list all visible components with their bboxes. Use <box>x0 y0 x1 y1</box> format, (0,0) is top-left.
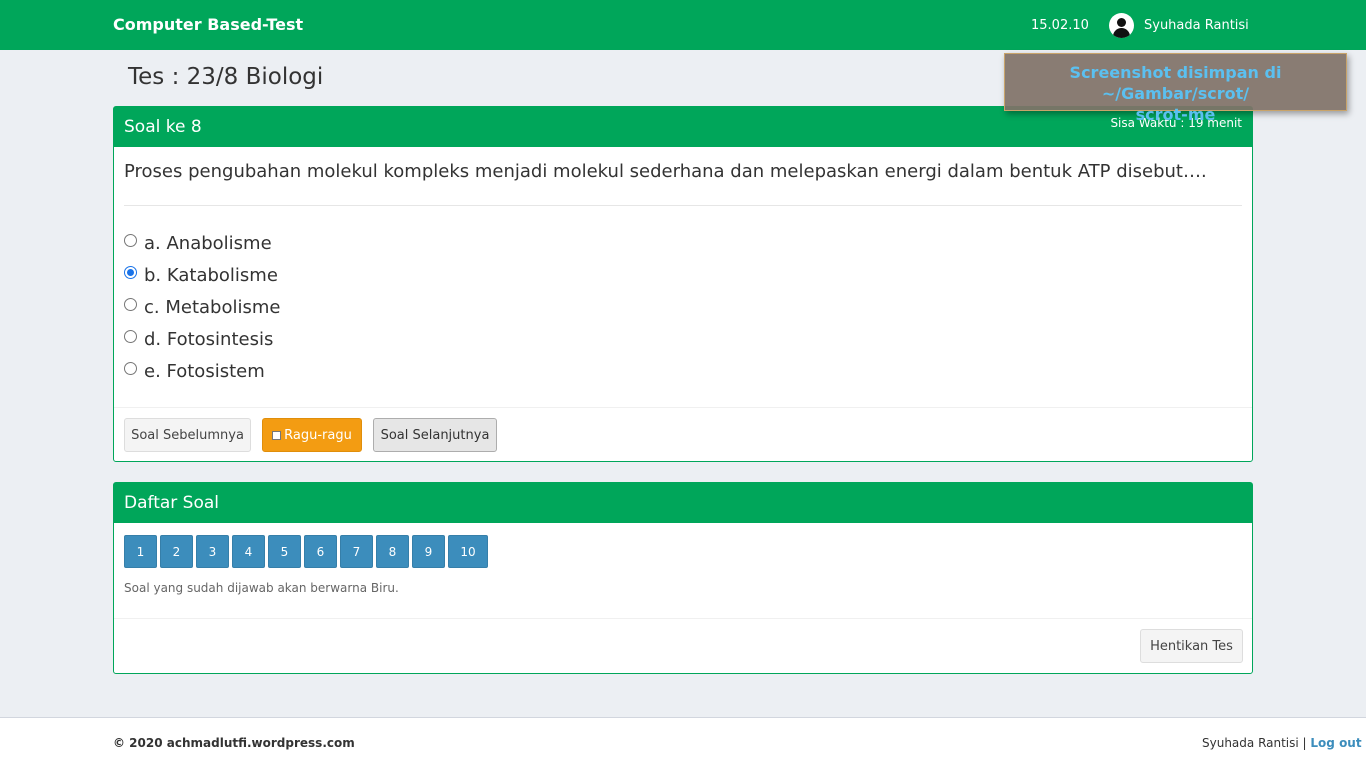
question-list-panel: Daftar Soal 1 2 3 4 5 6 7 8 9 10 Soal ya… <box>113 482 1253 674</box>
radio-option-d[interactable] <box>124 329 137 343</box>
footer-user-area: Syuhada Rantisi | Log out <box>1202 736 1362 750</box>
clock-display: 15.02.10 <box>1031 18 1089 33</box>
user-name[interactable]: Syuhada Rantisi <box>1144 18 1249 33</box>
radio-option-c[interactable] <box>124 297 137 311</box>
question-number-list: 1 2 3 4 5 6 7 8 9 10 <box>124 535 491 568</box>
question-number-button[interactable]: 1 <box>124 535 157 568</box>
question-panel: Soal ke 8 Sisa Waktu : 19 menit Proses p… <box>113 106 1253 462</box>
radio-option-b[interactable] <box>124 265 137 279</box>
user-avatar-icon[interactable] <box>1109 13 1134 38</box>
logout-link[interactable]: Log out <box>1310 736 1361 750</box>
question-number-button[interactable]: 9 <box>412 535 445 568</box>
answered-hint: Soal yang sudah dijawab akan berwarna Bi… <box>124 581 399 595</box>
divider <box>124 205 1242 206</box>
top-navbar: Computer Based-Test 15.02.10 Syuhada Ran… <box>0 0 1366 50</box>
option-b[interactable]: b. Katabolisme <box>124 259 280 291</box>
doubt-label[interactable]: Ragu-ragu <box>284 428 352 443</box>
option-e-label[interactable]: e. Fotosistem <box>144 361 265 382</box>
question-number-button[interactable]: 2 <box>160 535 193 568</box>
question-number-button[interactable]: 8 <box>376 535 409 568</box>
screenshot-notification: Screenshot disimpan di ~/Gambar/scrot/ s… <box>1004 53 1347 124</box>
doubt-checkbox[interactable] <box>272 430 282 440</box>
question-number-button[interactable]: 10 <box>448 535 488 568</box>
radio-option-a[interactable] <box>124 233 137 247</box>
option-e[interactable]: e. Fotosistem <box>124 355 280 387</box>
question-number-button[interactable]: 7 <box>340 535 373 568</box>
option-d-label[interactable]: d. Fotosintesis <box>144 329 273 350</box>
panel-footer-divider <box>114 618 1252 619</box>
answer-options: a. Anabolisme b. Katabolisme c. Metaboli… <box>124 227 280 387</box>
footer-separator: | <box>1298 736 1311 750</box>
stop-test-button[interactable]: Hentikan Tes <box>1140 629 1243 663</box>
question-number-button[interactable]: 4 <box>232 535 265 568</box>
page-footer: © 2020 achmadlutfi.wordpress.com Syuhada… <box>0 717 1366 768</box>
question-list-title: Daftar Soal <box>124 493 220 513</box>
option-a-label[interactable]: a. Anabolisme <box>144 233 272 254</box>
brand-title[interactable]: Computer Based-Test <box>113 15 303 34</box>
notification-line-2: scrot-me <box>1135 105 1216 124</box>
question-number-button[interactable]: 6 <box>304 535 337 568</box>
option-b-label[interactable]: b. Katabolisme <box>144 265 278 286</box>
notification-line-1: Screenshot disimpan di ~/Gambar/scrot/ <box>1069 63 1282 103</box>
footer-user-name: Syuhada Rantisi <box>1202 736 1299 750</box>
doubt-button[interactable]: Ragu-ragu <box>262 418 362 452</box>
next-question-button[interactable]: Soal Selanjutnya <box>373 418 497 452</box>
question-text: Proses pengubahan molekul kompleks menja… <box>124 161 1207 182</box>
question-number-button[interactable]: 5 <box>268 535 301 568</box>
radio-option-e[interactable] <box>124 361 137 375</box>
question-list-header: Daftar Soal <box>114 483 1252 523</box>
previous-question-button[interactable]: Soal Sebelumnya <box>124 418 251 452</box>
option-a[interactable]: a. Anabolisme <box>124 227 280 259</box>
panel-footer-divider <box>114 407 1252 408</box>
copyright-text: © 2020 achmadlutfi.wordpress.com <box>113 736 355 750</box>
option-c-label[interactable]: c. Metabolisme <box>144 297 280 318</box>
option-d[interactable]: d. Fotosintesis <box>124 323 280 355</box>
option-c[interactable]: c. Metabolisme <box>124 291 280 323</box>
page-title: Tes : 23/8 Biologi <box>128 64 324 90</box>
question-number-title: Soal ke 8 <box>124 117 202 137</box>
question-number-button[interactable]: 3 <box>196 535 229 568</box>
